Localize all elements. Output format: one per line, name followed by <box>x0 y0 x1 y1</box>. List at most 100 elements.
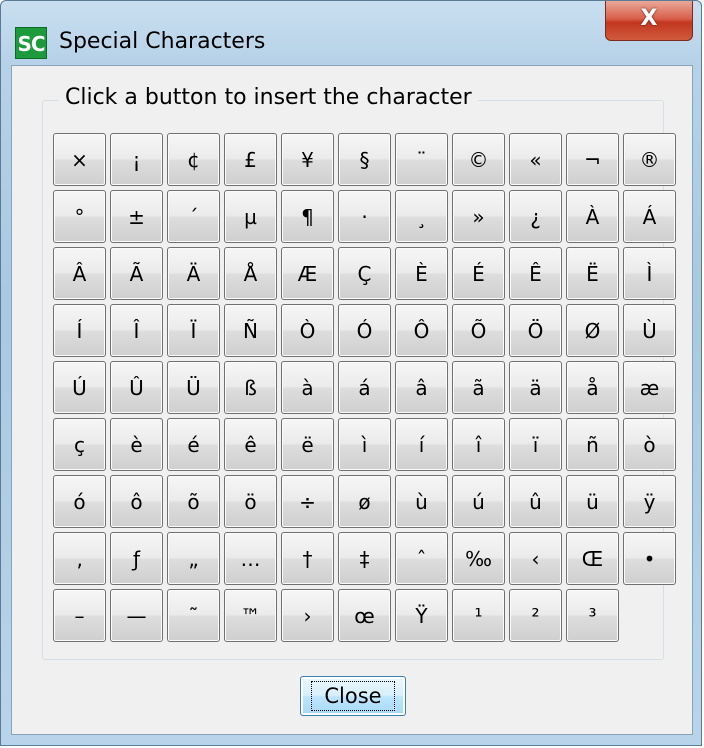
char-button[interactable]: ¸ <box>395 190 448 243</box>
char-button[interactable]: ´ <box>167 190 220 243</box>
char-button[interactable]: Î <box>110 304 163 357</box>
char-button[interactable]: é <box>167 418 220 471</box>
char-button[interactable]: Ã <box>110 247 163 300</box>
char-button[interactable]: Ô <box>395 304 448 357</box>
char-button[interactable]: œ <box>338 589 391 642</box>
char-button[interactable]: ‡ <box>338 532 391 585</box>
char-button[interactable]: Õ <box>452 304 505 357</box>
char-button[interactable]: ³ <box>566 589 619 642</box>
char-button[interactable]: Ü <box>167 361 220 414</box>
char-button[interactable]: Ï <box>167 304 220 357</box>
char-button[interactable]: Ú <box>53 361 106 414</box>
char-button[interactable]: Ì <box>623 247 676 300</box>
char-button[interactable]: ° <box>53 190 106 243</box>
char-button[interactable]: £ <box>224 133 277 186</box>
char-button[interactable]: † <box>281 532 334 585</box>
char-button[interactable]: × <box>53 133 106 186</box>
char-button[interactable]: ¶ <box>281 190 334 243</box>
char-button[interactable]: ˆ <box>395 532 448 585</box>
char-button[interactable]: ‰ <box>452 532 505 585</box>
char-button[interactable]: ç <box>53 418 106 471</box>
char-button[interactable]: · <box>338 190 391 243</box>
char-button[interactable]: ì <box>338 418 391 471</box>
char-button[interactable]: ß <box>224 361 277 414</box>
char-button[interactable]: á <box>338 361 391 414</box>
char-button[interactable]: § <box>338 133 391 186</box>
char-button[interactable]: ë <box>281 418 334 471</box>
char-button[interactable]: © <box>452 133 505 186</box>
char-button[interactable]: ù <box>395 475 448 528</box>
char-button[interactable]: Ó <box>338 304 391 357</box>
char-button[interactable]: Ÿ <box>395 589 448 642</box>
char-button[interactable]: « <box>509 133 562 186</box>
close-button[interactable]: Close <box>300 676 406 716</box>
char-button[interactable]: â <box>395 361 448 414</box>
char-button[interactable]: ü <box>566 475 619 528</box>
char-button[interactable]: Ñ <box>224 304 277 357</box>
char-button[interactable]: — <box>110 589 163 642</box>
char-button[interactable]: ¨ <box>395 133 448 186</box>
char-button[interactable]: Ò <box>281 304 334 357</box>
char-button[interactable]: Â <box>53 247 106 300</box>
char-button[interactable]: ï <box>509 418 562 471</box>
char-button[interactable]: í <box>395 418 448 471</box>
char-button[interactable]: … <box>224 532 277 585</box>
char-button[interactable]: ñ <box>566 418 619 471</box>
char-button[interactable]: É <box>452 247 505 300</box>
char-button[interactable]: ô <box>110 475 163 528</box>
char-button[interactable]: ¬ <box>566 133 619 186</box>
char-button[interactable]: ä <box>509 361 562 414</box>
char-button[interactable]: „ <box>167 532 220 585</box>
char-button[interactable]: ‹ <box>509 532 562 585</box>
char-button[interactable]: Å <box>224 247 277 300</box>
char-button[interactable]: ¿ <box>509 190 562 243</box>
char-button[interactable]: õ <box>167 475 220 528</box>
char-button[interactable]: È <box>395 247 448 300</box>
window-close-icon[interactable]: X <box>605 1 693 41</box>
char-button[interactable]: µ <box>224 190 277 243</box>
char-button[interactable]: ê <box>224 418 277 471</box>
char-button[interactable]: û <box>509 475 562 528</box>
char-button[interactable]: • <box>623 532 676 585</box>
char-button[interactable]: Ê <box>509 247 562 300</box>
char-button[interactable]: ø <box>338 475 391 528</box>
char-button[interactable]: À <box>566 190 619 243</box>
char-button[interactable]: ¢ <box>167 133 220 186</box>
char-button[interactable]: ˜ <box>167 589 220 642</box>
char-button[interactable]: Ë <box>566 247 619 300</box>
char-button[interactable]: ± <box>110 190 163 243</box>
char-button[interactable]: ã <box>452 361 505 414</box>
char-button[interactable]: Ç <box>338 247 391 300</box>
char-button[interactable]: ‚ <box>53 532 106 585</box>
char-button[interactable]: à <box>281 361 334 414</box>
char-button[interactable]: è <box>110 418 163 471</box>
char-button[interactable]: ² <box>509 589 562 642</box>
char-button[interactable]: ƒ <box>110 532 163 585</box>
char-button[interactable]: Í <box>53 304 106 357</box>
char-button[interactable]: ¡ <box>110 133 163 186</box>
char-button[interactable]: Ö <box>509 304 562 357</box>
char-button[interactable]: ¹ <box>452 589 505 642</box>
char-button[interactable]: ò <box>623 418 676 471</box>
char-button[interactable]: » <box>452 190 505 243</box>
char-button[interactable]: Ø <box>566 304 619 357</box>
char-button[interactable]: Ä <box>167 247 220 300</box>
char-button[interactable]: Œ <box>566 532 619 585</box>
char-button[interactable]: ó <box>53 475 106 528</box>
char-button[interactable]: Æ <box>281 247 334 300</box>
char-button[interactable]: Á <box>623 190 676 243</box>
char-button[interactable]: ÿ <box>623 475 676 528</box>
char-button[interactable]: Û <box>110 361 163 414</box>
char-button[interactable]: å <box>566 361 619 414</box>
char-button[interactable]: ÷ <box>281 475 334 528</box>
char-button[interactable]: ö <box>224 475 277 528</box>
char-button[interactable]: ¥ <box>281 133 334 186</box>
char-button[interactable]: ú <box>452 475 505 528</box>
char-button[interactable]: ™ <box>224 589 277 642</box>
char-button[interactable]: ® <box>623 133 676 186</box>
char-button[interactable]: î <box>452 418 505 471</box>
char-button[interactable]: – <box>53 589 106 642</box>
title-bar[interactable]: SC Special Characters X <box>1 1 701 63</box>
char-button[interactable]: › <box>281 589 334 642</box>
char-button[interactable]: Ù <box>623 304 676 357</box>
